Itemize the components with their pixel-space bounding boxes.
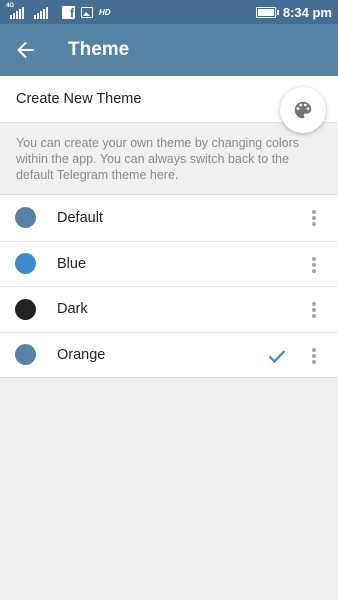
facebook-icon: f	[62, 5, 75, 20]
back-arrow-icon	[17, 41, 34, 59]
hd-label: HD	[99, 7, 111, 17]
theme-row-dark[interactable]: Dark	[0, 286, 338, 332]
theme-color-swatch	[15, 253, 36, 275]
back-button[interactable]	[0, 24, 52, 76]
check-icon	[268, 349, 286, 363]
theme-color-swatch	[15, 207, 36, 229]
theme-name: Default	[57, 209, 103, 226]
status-clock: 8:34 pm	[282, 4, 332, 20]
app-bar: Theme	[0, 24, 338, 76]
theme-color-swatch	[15, 344, 36, 366]
more-vert-icon[interactable]	[304, 208, 324, 228]
gallery-icon	[81, 6, 93, 18]
theme-row-orange[interactable]: Orange	[0, 331, 338, 378]
palette-icon	[294, 101, 312, 119]
theme-list: Default Blue Dark Orange	[0, 194, 338, 378]
more-vert-icon[interactable]	[304, 346, 324, 366]
more-vert-icon[interactable]	[304, 300, 324, 320]
theme-name: Orange	[57, 346, 106, 363]
signal-icon	[34, 5, 56, 19]
create-new-theme-label: Create New Theme	[16, 91, 142, 107]
page-title: Theme	[68, 39, 130, 60]
theme-info-text: You can create your own theme by changin…	[0, 122, 338, 194]
status-icons-left: 4G f HD	[6, 3, 111, 20]
more-vert-icon[interactable]	[304, 255, 324, 275]
theme-color-swatch	[15, 298, 36, 320]
theme-name: Dark	[57, 301, 88, 318]
status-bar: 4G f HD 8:34 pm	[0, 0, 338, 24]
theme-row-default[interactable]: Default	[0, 195, 338, 241]
palette-button[interactable]	[280, 87, 326, 133]
theme-name: Blue	[57, 255, 87, 272]
battery-icon	[255, 6, 279, 18]
theme-row-blue[interactable]: Blue	[0, 240, 338, 287]
status-icons-right: 8:34 pm	[255, 4, 332, 20]
signal-icon: 4G	[6, 3, 28, 19]
